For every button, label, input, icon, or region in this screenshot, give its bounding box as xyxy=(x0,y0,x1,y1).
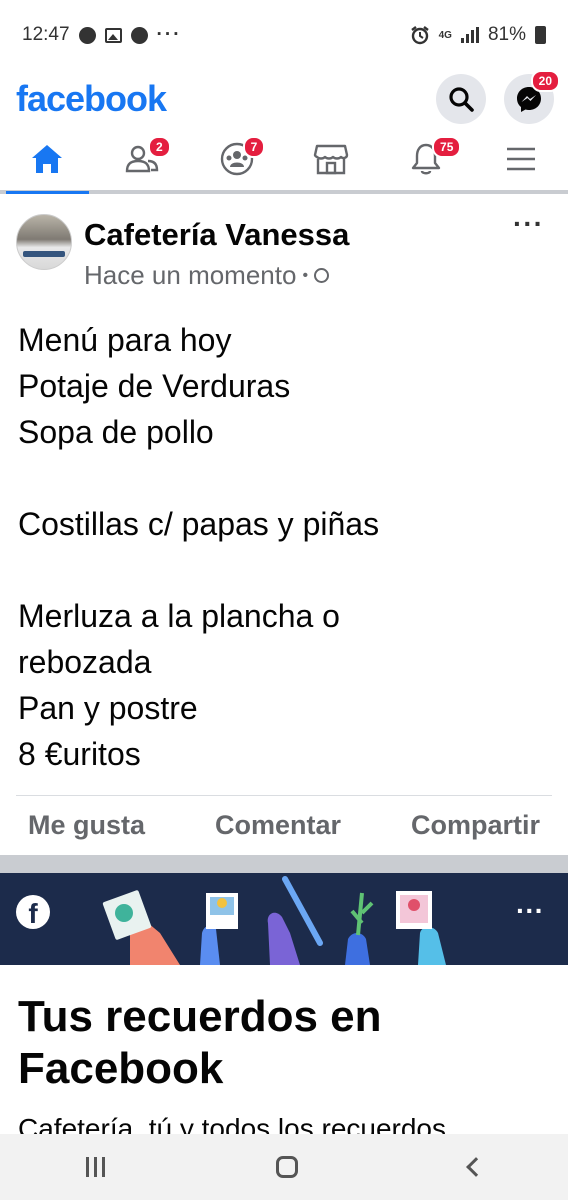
post-header: Cafetería Vanessa Hace un momento • ··· xyxy=(0,194,568,291)
groups-badge: 7 xyxy=(242,136,266,158)
tab-home[interactable] xyxy=(0,128,95,194)
search-icon xyxy=(449,87,474,112)
post-line: 8 €uritos xyxy=(18,736,141,772)
post-line xyxy=(18,455,552,501)
memories-banner: f ··· xyxy=(0,873,568,965)
memories-title-line2: Facebook xyxy=(18,1044,224,1093)
alarm-icon xyxy=(410,26,429,45)
more-notifications-icon: ··· xyxy=(156,24,182,45)
feed-post: Cafetería Vanessa Hace un momento • ··· … xyxy=(0,194,568,855)
back-icon[interactable] xyxy=(465,1157,486,1177)
post-line: Menú para hoy xyxy=(18,322,232,358)
post-timestamp: Hace un momento • xyxy=(84,260,349,291)
header-actions: 20 xyxy=(436,70,560,124)
home-icon xyxy=(32,145,63,173)
system-nav-bar xyxy=(0,1134,568,1200)
post-author[interactable]: Cafetería Vanessa xyxy=(84,214,349,256)
post-line: rebozada xyxy=(18,644,152,680)
facebook-circle-icon: f xyxy=(16,895,50,929)
tab-friends[interactable]: 2 xyxy=(95,128,190,190)
notifications-badge: 75 xyxy=(432,136,462,158)
home-button-icon[interactable] xyxy=(275,1156,298,1178)
post-line: Potaje de Verduras xyxy=(18,368,291,404)
post-line: Costillas c/ papas y piñas xyxy=(18,506,380,542)
post-time-text[interactable]: Hace un momento xyxy=(84,260,296,291)
facebook-icon xyxy=(78,26,96,44)
post-text: Menú para hoy Potaje de Verduras Sopa de… xyxy=(0,291,568,777)
memories-options-icon[interactable]: ··· xyxy=(516,895,544,927)
post-line xyxy=(18,547,552,593)
share-button[interactable]: Compartir xyxy=(411,810,540,841)
comment-button[interactable]: Comentar xyxy=(215,810,341,841)
signal-icon xyxy=(460,27,479,43)
like-button[interactable]: Me gusta xyxy=(28,810,145,841)
search-button[interactable] xyxy=(436,74,486,124)
nav-tabs: 2 7 75 xyxy=(0,128,568,194)
app-header: facebook 20 xyxy=(0,70,568,128)
friends-badge: 2 xyxy=(148,136,171,158)
separator-dot: • xyxy=(302,266,309,284)
status-bar: 12:47 ··· 4G 81% xyxy=(0,0,568,70)
post-meta: Cafetería Vanessa Hace un momento • xyxy=(84,214,349,291)
post-actions: Me gusta Comentar Compartir xyxy=(16,795,552,855)
hands-holding-photos-illustration xyxy=(102,876,446,965)
post-options-icon[interactable]: ··· xyxy=(513,208,544,240)
status-time: 12:47 xyxy=(22,24,70,45)
tab-groups[interactable]: 7 xyxy=(189,128,284,190)
facebook-icon xyxy=(130,26,148,44)
hamburger-menu-icon xyxy=(506,147,535,171)
facebook-logo[interactable]: facebook xyxy=(16,78,167,120)
tab-notifications[interactable]: 75 xyxy=(379,128,474,190)
page-avatar[interactable] xyxy=(16,214,72,270)
memories-title: Tus recuerdos en Facebook xyxy=(0,965,568,1095)
feed-divider xyxy=(0,855,568,873)
messenger-badge: 20 xyxy=(530,70,560,92)
memories-title-line1: Tus recuerdos en xyxy=(18,992,382,1041)
network-type: 4G xyxy=(438,29,452,41)
tab-marketplace[interactable] xyxy=(284,128,379,190)
tab-menu[interactable] xyxy=(473,128,568,190)
recent-apps-icon[interactable] xyxy=(85,1157,105,1177)
post-line: Pan y postre xyxy=(18,690,198,726)
messenger-button[interactable]: 20 xyxy=(504,70,560,124)
status-right: 4G 81% xyxy=(410,24,546,46)
battery-icon xyxy=(535,26,546,44)
globe-icon xyxy=(314,268,330,283)
gallery-icon xyxy=(104,27,122,43)
battery-percent: 81% xyxy=(487,24,526,45)
post-line: Sopa de pollo xyxy=(18,414,214,450)
status-left: 12:47 ··· xyxy=(22,24,182,46)
post-line: Merluza a la plancha o xyxy=(18,598,340,634)
marketplace-icon xyxy=(314,144,349,175)
